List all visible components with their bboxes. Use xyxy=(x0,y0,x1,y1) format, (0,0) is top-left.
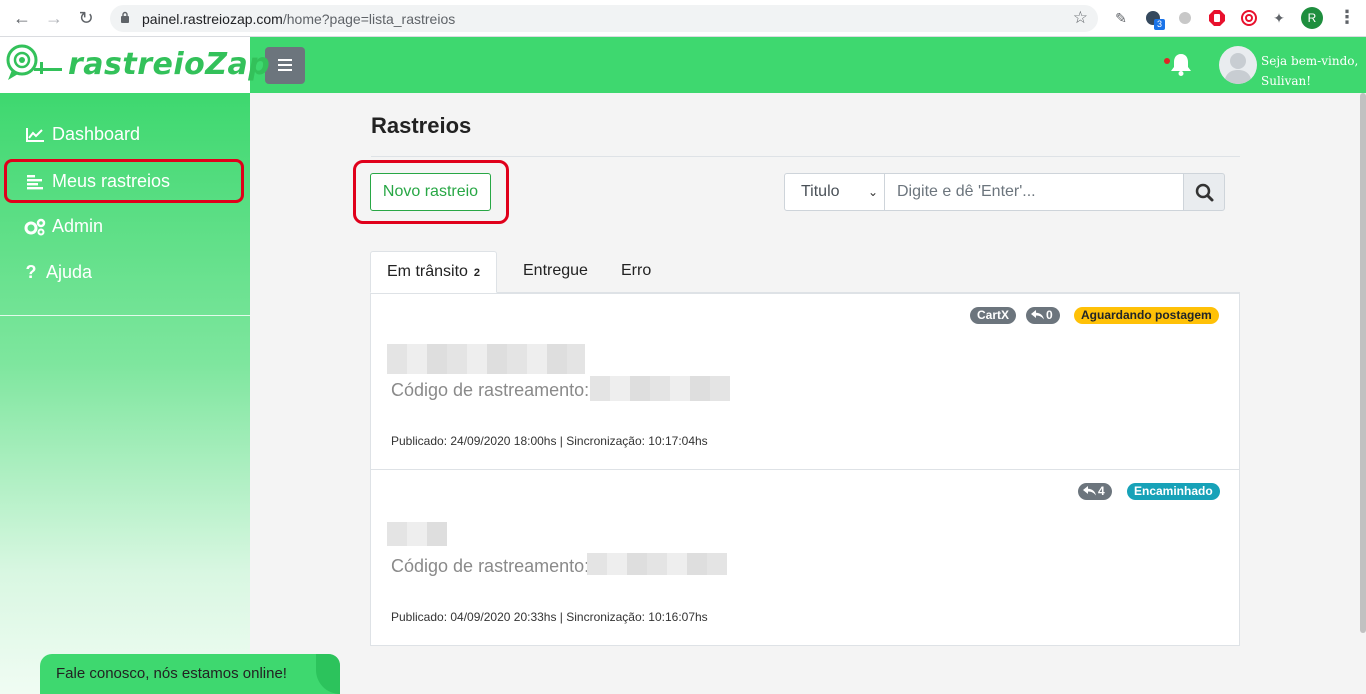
back-icon[interactable]: ← xyxy=(12,8,32,28)
tab-count: 2 xyxy=(473,267,481,279)
logo-signal-icon xyxy=(6,44,62,80)
bookmark-star-icon[interactable]: ☆ xyxy=(1073,8,1088,28)
url-text: painel.rastreiozap.com/home?page=lista_r… xyxy=(142,11,456,27)
sidebar: Dashboard Meus rastreios Admin ? Ajuda xyxy=(0,93,250,694)
redacted-title xyxy=(387,344,585,374)
browser-menu-icon[interactable]: ⋮ xyxy=(1338,7,1356,28)
lock-icon xyxy=(121,11,129,23)
adblock-icon[interactable] xyxy=(1208,9,1226,27)
title-divider xyxy=(371,156,1240,157)
store-badge: CartX xyxy=(970,307,1017,324)
search-icon xyxy=(1195,183,1214,202)
status-badge: Aguardando postagem xyxy=(1074,307,1219,324)
chat-widget[interactable]: Fale conosco, nós estamos online! xyxy=(40,654,340,694)
redacted-code xyxy=(587,553,727,575)
logo-text: rastreioZap xyxy=(68,47,271,82)
search-input[interactable] xyxy=(884,173,1184,211)
tracking-card[interactable]: 4 Encaminhado Código de rastreamento: Pu… xyxy=(370,469,1240,646)
forward-icon[interactable]: → xyxy=(44,8,64,28)
welcome-text: Seja bem-vindo, Sulivan! xyxy=(1261,54,1359,88)
sidebar-item-meus-rastreios[interactable]: Meus rastreios xyxy=(4,159,244,203)
browser-toolbar: ← → ↻ painel.rastreiozap.com/home?page=l… xyxy=(0,0,1366,37)
sidebar-item-admin[interactable]: Admin xyxy=(0,206,250,246)
menu-toggle-button[interactable] xyxy=(265,47,305,84)
card-meta: Publicado: 24/09/2020 18:00hs | Sincroni… xyxy=(391,434,708,448)
eyedropper-extension-icon[interactable]: ✎ xyxy=(1112,9,1130,27)
status-badge: Encaminhado xyxy=(1127,483,1220,500)
extension-badge: 3 xyxy=(1154,19,1166,30)
reload-icon[interactable]: ↻ xyxy=(76,8,96,28)
tracking-code-label: Código de rastreamento: xyxy=(391,556,590,576)
address-bar[interactable]: painel.rastreiozap.com/home?page=lista_r… xyxy=(110,5,1098,32)
tab-em-transito[interactable]: Em trânsito 2 xyxy=(370,251,498,293)
page-title: Rastreios xyxy=(371,113,472,138)
search-button[interactable] xyxy=(1183,173,1225,211)
spiral-extension-icon[interactable] xyxy=(1240,9,1258,27)
redacted-title xyxy=(387,522,447,546)
search-bar: Titulo ⌄ xyxy=(784,173,1225,211)
chart-line-icon xyxy=(24,114,46,154)
sidebar-item-ajuda[interactable]: ? Ajuda xyxy=(0,252,250,292)
gears-icon xyxy=(24,206,46,246)
sidebar-divider xyxy=(0,315,250,316)
reply-count-badge: 0 xyxy=(1026,307,1060,324)
avatar[interactable] xyxy=(1219,46,1257,84)
profile-avatar[interactable]: R xyxy=(1301,7,1323,29)
highlight-annotation xyxy=(353,160,509,224)
tracking-card[interactable]: CartX 0 Aguardando postagem Código de ra… xyxy=(370,293,1240,470)
extension-gray-icon[interactable] xyxy=(1176,9,1194,27)
card-meta: Publicado: 04/09/2020 20:33hs | Sincroni… xyxy=(391,610,708,624)
tab-erro[interactable]: Erro xyxy=(605,251,667,293)
search-field-select[interactable]: Titulo ⌄ xyxy=(784,173,885,211)
reply-count-badge: 4 xyxy=(1078,483,1112,500)
scrollbar[interactable] xyxy=(1360,93,1366,633)
bell-icon[interactable] xyxy=(1168,51,1194,77)
list-icon xyxy=(24,162,46,200)
tab-entregue[interactable]: Entregue xyxy=(507,251,604,293)
tracking-code-label: Código de rastreamento: xyxy=(391,380,590,400)
chevron-down-icon: ⌄ xyxy=(867,185,878,199)
puzzle-extensions-icon[interactable]: ✦ xyxy=(1270,9,1288,27)
reply-icon xyxy=(1031,310,1044,320)
sidebar-item-dashboard[interactable]: Dashboard xyxy=(0,114,250,154)
reply-icon xyxy=(1083,486,1096,496)
redacted-code xyxy=(590,376,730,401)
logo[interactable]: rastreioZap xyxy=(0,37,270,93)
question-icon: ? xyxy=(25,262,37,282)
